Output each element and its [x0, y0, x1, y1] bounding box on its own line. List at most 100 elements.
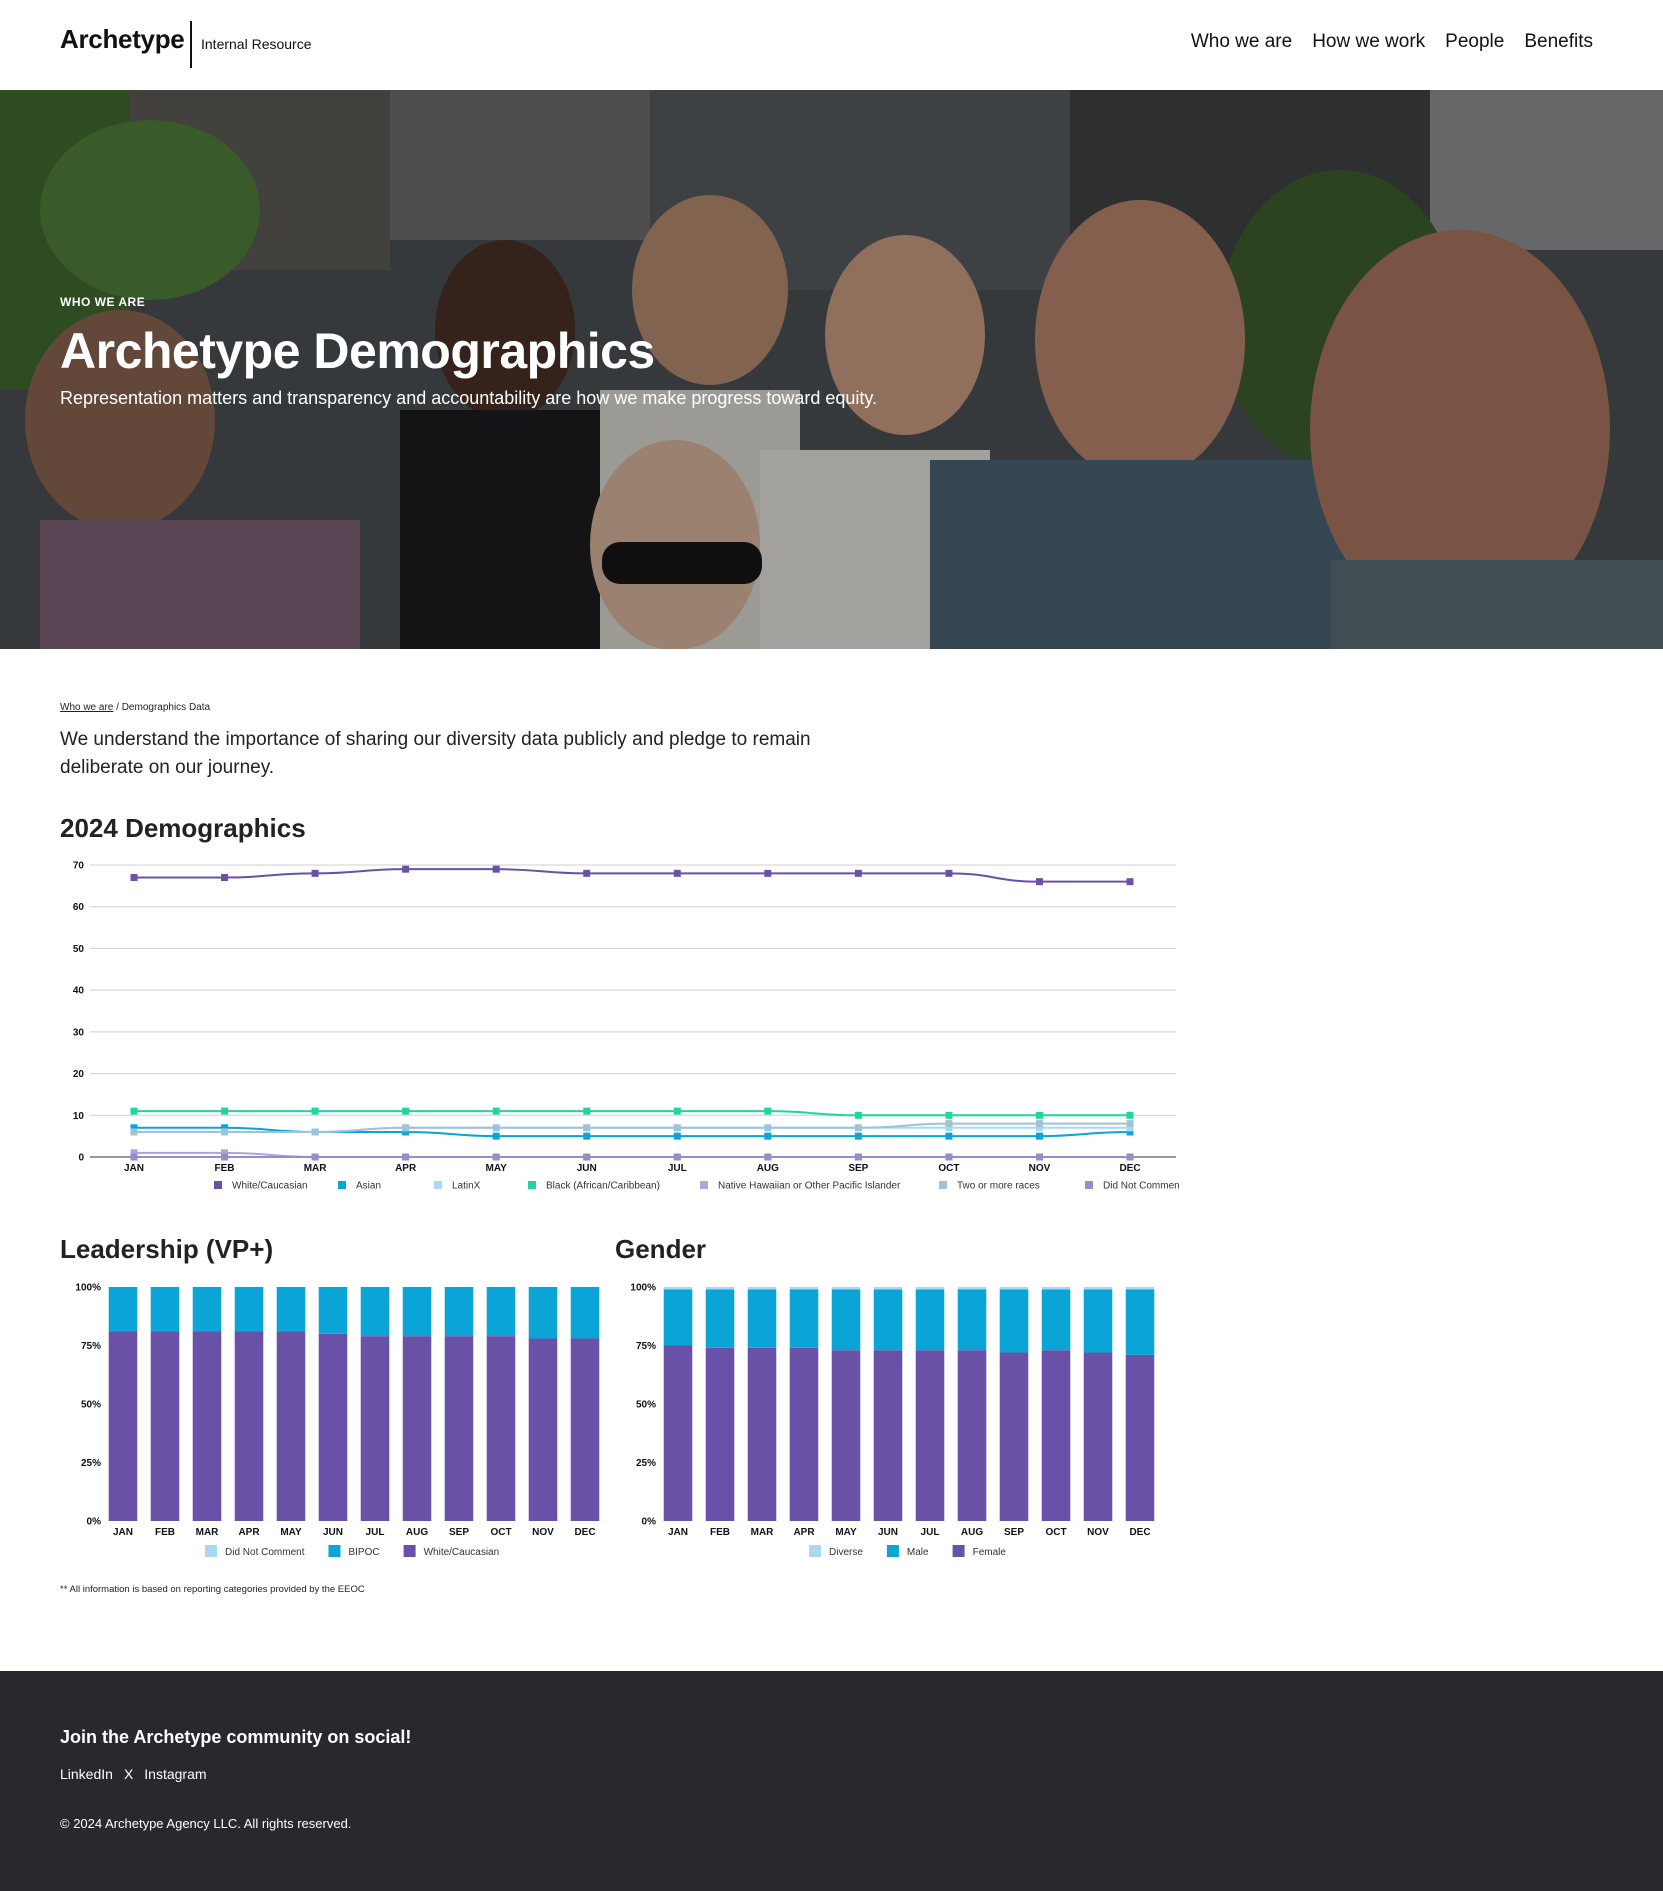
gender-heading: Gender — [615, 1234, 707, 1264]
bar-segment — [831, 1287, 861, 1290]
bar-segment — [663, 1289, 693, 1346]
series-point — [1035, 1153, 1043, 1161]
x-tick-label: OCT — [490, 1527, 511, 1538]
x-tick-label: MAR — [751, 1527, 775, 1538]
legend-label: Female — [973, 1547, 1007, 1558]
x-tick-label: APR — [793, 1527, 815, 1538]
bar-segment — [318, 1287, 348, 1334]
series-point — [764, 1124, 772, 1132]
nav-who-we-are[interactable]: Who we are — [1191, 31, 1292, 53]
copyright: © 2024 Archetype Agency LLC. All rights … — [60, 1816, 352, 1831]
legend-swatch — [205, 1545, 217, 1557]
series-point — [130, 1153, 138, 1161]
series-point — [1035, 1111, 1043, 1119]
y-tick-label: 25% — [81, 1458, 101, 1469]
y-tick-label: 70 — [73, 861, 85, 872]
x-tick-label: JUL — [366, 1527, 385, 1538]
bar-segment — [108, 1331, 138, 1521]
bar-segment — [570, 1287, 600, 1339]
series-point — [854, 1153, 862, 1161]
bar-segment — [957, 1287, 987, 1290]
series-point — [673, 1124, 681, 1132]
bar-segment — [873, 1350, 903, 1521]
bar-segment — [663, 1287, 693, 1290]
bar-segment — [444, 1287, 474, 1337]
bar-segment — [150, 1331, 180, 1521]
footer-title: Join the Archetype community on social! — [60, 1727, 412, 1747]
bar-segment — [108, 1287, 138, 1332]
social-links: LinkedIn X Instagram — [60, 1766, 207, 1782]
main-nav: Who we are How we work People Benefits — [1191, 31, 1593, 53]
series-point — [492, 1107, 500, 1115]
instagram-link[interactable]: Instagram — [144, 1766, 206, 1782]
series-point — [221, 874, 229, 882]
bar-segment — [747, 1347, 777, 1521]
bar-segment — [1125, 1289, 1155, 1355]
y-tick-label: 75% — [81, 1341, 101, 1352]
hero-eyebrow: WHO WE ARE — [60, 295, 146, 309]
series-point — [945, 1111, 953, 1119]
bar-segment — [1083, 1287, 1113, 1290]
breadcrumb-parent-link[interactable]: Who we are — [60, 702, 113, 713]
legend-label: Male — [907, 1547, 929, 1558]
legend-swatch — [338, 1181, 346, 1189]
bar-segment — [402, 1336, 432, 1521]
x-tick-label: APR — [238, 1527, 260, 1538]
bar-segment — [192, 1287, 222, 1332]
x-tick-label: APR — [395, 1163, 417, 1174]
series-point — [1126, 1111, 1134, 1119]
series-point — [492, 1124, 500, 1132]
x-tick-label: DEC — [1129, 1527, 1150, 1538]
nav-benefits[interactable]: Benefits — [1524, 31, 1593, 53]
x-tick-label: DEC — [574, 1527, 595, 1538]
y-tick-label: 40 — [73, 986, 85, 997]
x-tick-label: AUG — [406, 1527, 428, 1538]
x-tick-label: SEP — [848, 1163, 868, 1174]
series-point — [1035, 1132, 1043, 1140]
y-tick-label: 0% — [87, 1517, 102, 1528]
linkedin-link[interactable]: LinkedIn — [60, 1766, 113, 1782]
bar-segment — [831, 1350, 861, 1521]
series-point — [221, 1153, 229, 1161]
logo-subtitle: Internal Resource — [201, 36, 312, 52]
bar-segment — [360, 1287, 390, 1337]
x-tick-label: JAN — [113, 1527, 133, 1538]
bar-segment — [957, 1289, 987, 1351]
series-point — [130, 874, 138, 882]
x-tick-label: JAN — [124, 1163, 144, 1174]
site-header: Archetype Internal Resource Who we are H… — [0, 0, 1663, 90]
legend-swatch — [434, 1181, 442, 1189]
nav-people[interactable]: People — [1445, 31, 1504, 53]
y-tick-label: 10 — [73, 1111, 85, 1122]
x-link[interactable]: X — [124, 1766, 133, 1782]
series-point — [1126, 1153, 1134, 1161]
hero-banner: WHO WE ARE Archetype Demographics Repres… — [0, 90, 1663, 649]
logo[interactable]: Archetype — [60, 24, 185, 55]
series-point — [311, 1107, 319, 1115]
series-line — [133, 868, 1130, 883]
series-point — [583, 1132, 591, 1140]
series-point — [221, 1128, 229, 1136]
bar-segment — [1041, 1350, 1071, 1521]
bar-segment — [957, 1350, 987, 1521]
nav-how-we-work[interactable]: How we work — [1312, 31, 1425, 53]
x-tick-label: SEP — [1004, 1527, 1024, 1538]
x-tick-label: JUN — [878, 1527, 898, 1538]
legend-swatch — [1085, 1181, 1093, 1189]
bar-segment — [789, 1347, 819, 1521]
y-tick-label: 50% — [81, 1400, 101, 1411]
series-point — [1035, 1120, 1043, 1128]
series-point — [854, 869, 862, 877]
breadcrumb: Who we are / Demographics Data — [60, 702, 210, 713]
bar-segment — [486, 1336, 516, 1521]
y-tick-label: 30 — [73, 1027, 85, 1038]
series-point — [764, 1153, 772, 1161]
y-tick-label: 50% — [636, 1400, 656, 1411]
bar-segment — [705, 1347, 735, 1521]
breadcrumb-separator: / — [113, 702, 122, 713]
series-point — [945, 1132, 953, 1140]
series-point — [130, 1128, 138, 1136]
series-point — [583, 869, 591, 877]
series-point — [854, 1111, 862, 1119]
bar-segment — [789, 1289, 819, 1348]
